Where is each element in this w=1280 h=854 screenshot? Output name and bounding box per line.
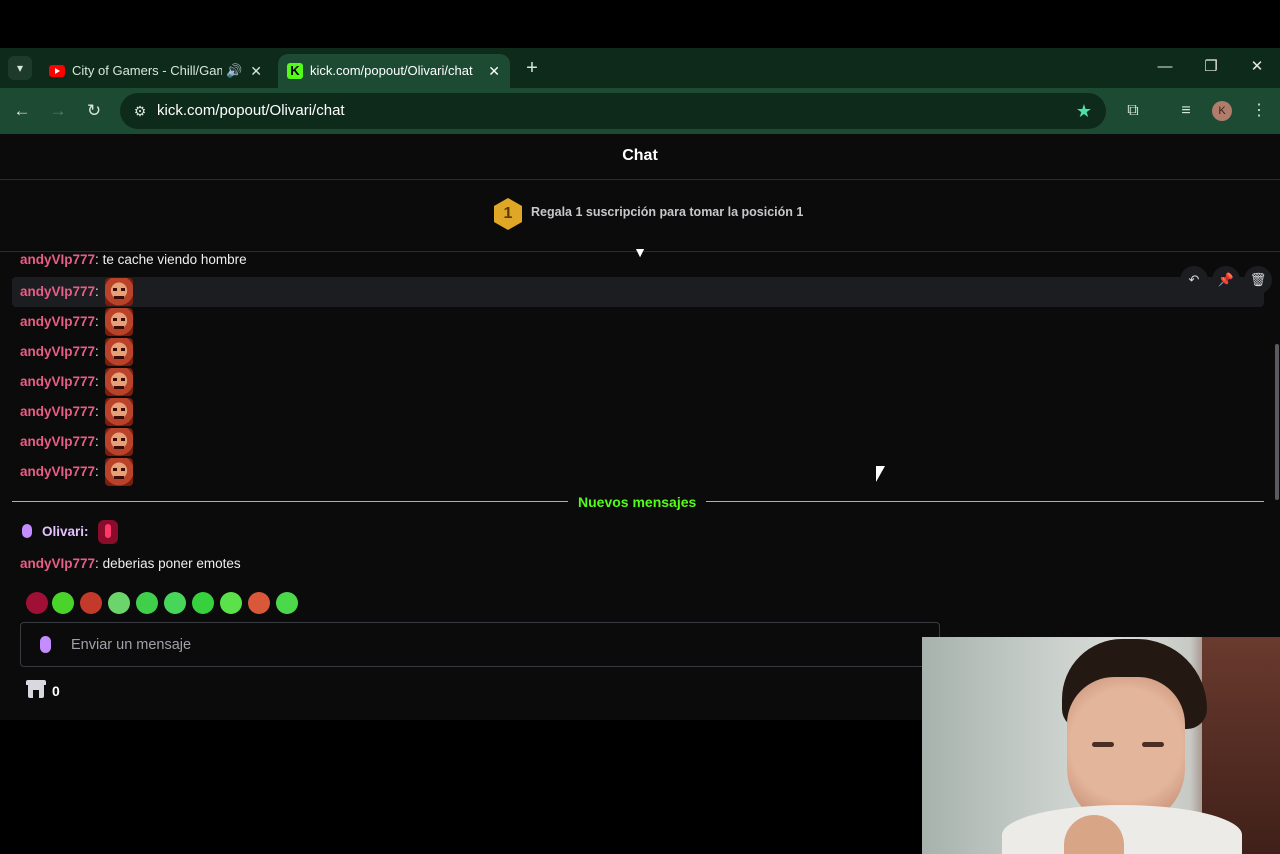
emote-icon[interactable] [105,428,133,456]
media-controls-icon[interactable]: ≡ [1171,96,1201,126]
address-bar[interactable]: ⚙ kick.com/popout/Olivari/chat ★ [120,93,1106,129]
bookmark-star-icon[interactable]: ★ [1076,93,1092,129]
store-icon[interactable] [26,680,46,698]
new-tab-button[interactable]: + [520,54,544,82]
delete-icon[interactable]: 🗑 [1244,266,1272,294]
emote-icon[interactable] [105,278,133,306]
broadcaster-badge-icon [22,524,32,538]
emote-icon[interactable] [105,398,133,426]
username[interactable]: andyVIp777 [20,464,95,479]
message-text: te cache viendo hombre [102,253,247,267]
chat-title: Chat [0,134,1280,180]
url-text[interactable]: kick.com/popout/Olivari/chat [157,93,345,129]
speaker-icon[interactable]: 🔊 [226,54,242,88]
browser-toolbar: ← → ↻ ⚙ kick.com/popout/Olivari/chat ★ ⧉… [0,88,1280,134]
kick-icon: K [287,63,303,79]
emote-icon[interactable] [26,592,48,614]
chat-message: andyVIp777: [12,457,1264,487]
tab-title: kick.com/popout/Olivari/chat [310,63,473,78]
rank-medal-icon: 1 [494,198,522,230]
restore-button[interactable]: ❐ [1196,54,1226,80]
site-info-icon[interactable]: ⚙ [130,101,150,121]
chat-message: andyVIp777: [12,397,1264,427]
emote-icon[interactable] [105,368,133,396]
emote-icon[interactable] [164,592,186,614]
username[interactable]: andyVIp777 [20,284,95,299]
username[interactable]: andyVIp777 [20,344,95,359]
emote-icon[interactable] [105,338,133,366]
emote-icon[interactable] [105,458,133,486]
minimize-button[interactable]: — [1150,54,1180,80]
chat-message: andyVIp777: [12,367,1264,397]
chat-scrollbar[interactable] [1275,344,1279,500]
chat-message: andyVIp777: deberias poner emotes [20,556,241,571]
username[interactable]: andyVIp777 [20,253,95,267]
emote-icon[interactable] [248,592,270,614]
new-messages-label[interactable]: Nuevos mensajes [568,491,707,513]
webcam-overlay [922,637,1280,854]
chat-message: andyVIp777: te cache viendo hombre [20,253,247,267]
emote-icon[interactable] [98,520,118,544]
close-tab-icon[interactable]: ✕ [488,54,500,88]
window-top-area [0,0,1280,48]
profile-avatar[interactable]: K [1212,101,1232,121]
message-field[interactable] [71,623,931,666]
reload-icon[interactable]: ↻ [79,96,109,126]
mouse-cursor-icon [876,466,885,482]
chat-message: andyVIp777: [12,277,1264,307]
emote-icon[interactable] [80,592,102,614]
tab-title: City of Gamers - Chill/Gaming [72,63,222,78]
message-text: deberias poner emotes [102,556,241,571]
username[interactable]: andyVIp777 [20,404,95,419]
emote-icon[interactable] [220,592,242,614]
emote-icon[interactable] [105,308,133,336]
reply-icon[interactable]: ↶ [1180,266,1208,294]
pin-icon[interactable]: 📌 [1212,266,1240,294]
tab-city-of-gamers[interactable]: City of Gamers - Chill/Gaming 🔊 ✕ [40,54,272,88]
extensions-icon[interactable]: ⧉ [1118,96,1148,126]
tab-search-button[interactable]: ▾ [8,56,32,80]
tab-kick-chat[interactable]: K kick.com/popout/Olivari/chat ✕ [278,54,510,88]
channel-points-count[interactable]: 0 [52,680,60,702]
username[interactable]: andyVIp777 [20,556,95,571]
menu-icon[interactable]: ⋮ [1244,96,1274,126]
close-window-button[interactable]: ✕ [1242,54,1272,80]
message-actions: ↶ 📌 🗑 [1180,266,1272,294]
emote-icon[interactable] [108,592,130,614]
emote-icon[interactable] [276,592,298,614]
emote-icon[interactable] [136,592,158,614]
back-icon[interactable]: ← [7,96,37,126]
chat-message: andyVIp777: [12,307,1264,337]
kick-chat-page: Chat 1 Regala 1 suscripción para tomar l… [0,134,1280,854]
username[interactable]: Olivari: [42,520,89,544]
sub-leaderboard-banner[interactable]: 1 Regala 1 suscripción para tomar la pos… [0,180,1280,252]
chat-message: andyVIp777: [12,427,1264,457]
broadcaster-badge-icon [40,636,51,653]
chat-message: andyVIp777: [12,337,1264,367]
youtube-icon [49,65,65,77]
tab-strip: ▾ City of Gamers - Chill/Gaming 🔊 ✕ K ki… [0,48,1280,88]
chat-input[interactable] [20,622,940,667]
close-tab-icon[interactable]: ✕ [250,54,262,88]
username[interactable]: andyVIp777 [20,434,95,449]
username[interactable]: andyVIp777 [20,314,95,329]
forward-icon[interactable]: → [43,96,73,126]
emote-icon[interactable] [52,592,74,614]
sub-prompt-text: Regala 1 suscripción para tomar la posic… [531,205,804,219]
username[interactable]: andyVIp777 [20,374,95,389]
emote-icon[interactable] [192,592,214,614]
